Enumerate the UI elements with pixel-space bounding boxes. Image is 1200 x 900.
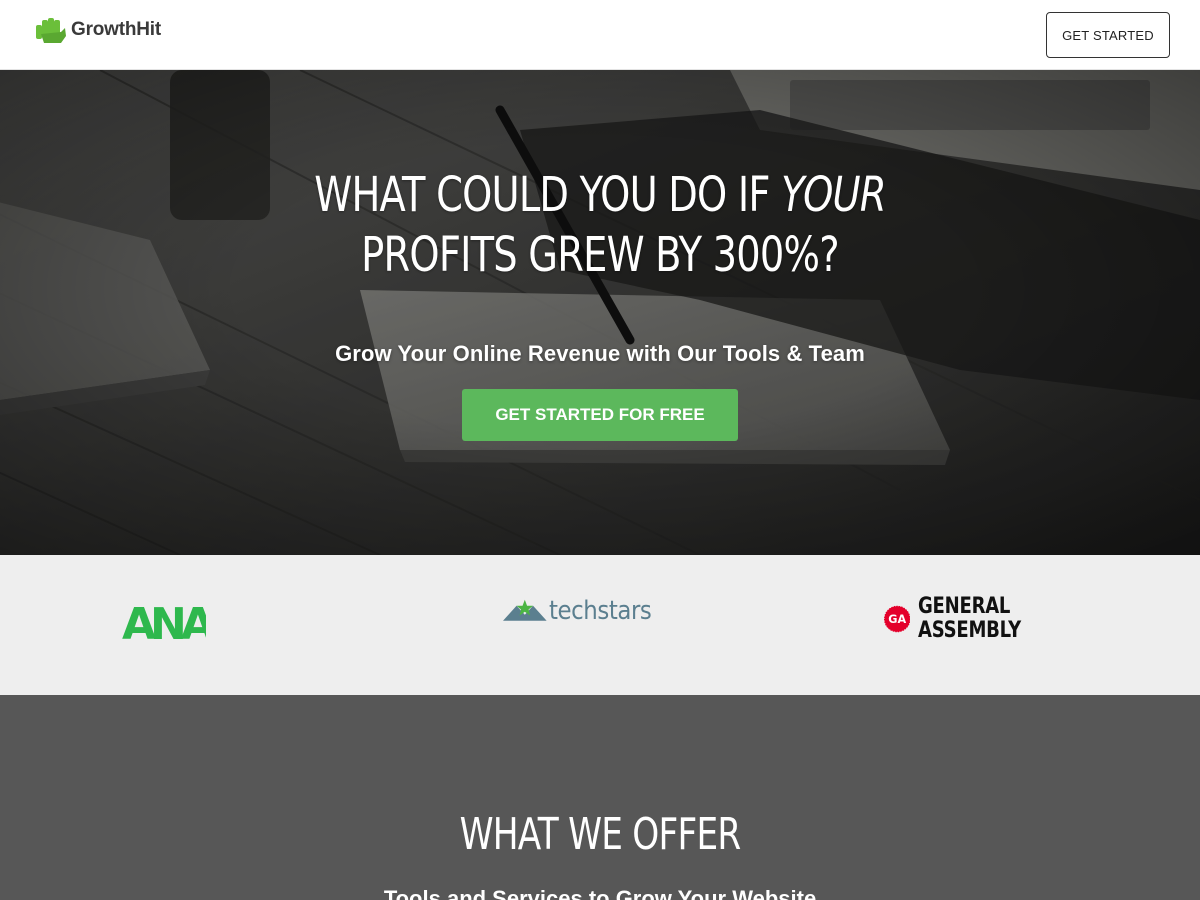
offer-subtitle: Tools and Services to Grow Your Website xyxy=(383,886,817,900)
techstars-logo-text: techstars xyxy=(548,596,652,626)
what-we-offer-section: WHAT WE OFFER Tools and Services to Grow… xyxy=(0,695,1200,900)
hero-headline: WHAT COULD YOU DO IF YOUR PROFITS GREW B… xyxy=(120,165,1080,285)
get-started-free-button[interactable]: GET STARTED FOR FREE xyxy=(462,389,738,441)
ga-badge-text: GA xyxy=(888,613,906,626)
logo-text: GrowthHit xyxy=(71,19,162,40)
growthhit-logo[interactable]: GrowthHit xyxy=(35,16,161,44)
ga-wordmark: GENERAL ASSEMBLY xyxy=(918,595,1021,643)
hero-background-image xyxy=(0,70,1200,555)
hero-headline-line2: PROFITS GREW BY 300%? xyxy=(361,227,839,283)
ana-logo: ANA xyxy=(122,599,206,643)
ga-badge-icon: GA xyxy=(884,605,911,633)
ga-wordmark-line1: GENERAL xyxy=(918,594,1011,619)
hero-subtitle: Grow Your Online Revenue with Our Tools … xyxy=(335,341,865,366)
get-started-nav-button[interactable]: GET STARTED xyxy=(1046,12,1170,58)
general-assembly-logo: GA GENERAL ASSEMBLY xyxy=(884,593,1044,645)
hero-headline-line1: WHAT COULD YOU DO IF YOUR xyxy=(120,165,1080,225)
partner-logos-bar: ANA techstars GA GENERAL ASSEMBLY xyxy=(0,555,1200,695)
hero-headline-emphasis: YOUR xyxy=(781,167,886,223)
site-header: GrowthHit GET STARTED xyxy=(0,0,1200,70)
hero-section: WHAT COULD YOU DO IF YOUR PROFITS GREW B… xyxy=(0,70,1200,555)
ana-logo-text: ANA xyxy=(122,599,206,643)
fist-icon xyxy=(36,18,66,43)
offer-title: WHAT WE OFFER xyxy=(459,809,742,860)
techstars-mountain-icon xyxy=(503,599,547,621)
ga-wordmark-line2: ASSEMBLY xyxy=(918,618,1022,643)
techstars-logo: techstars xyxy=(503,593,665,629)
hero-headline-line1-text: WHAT COULD YOU DO IF xyxy=(314,167,782,223)
